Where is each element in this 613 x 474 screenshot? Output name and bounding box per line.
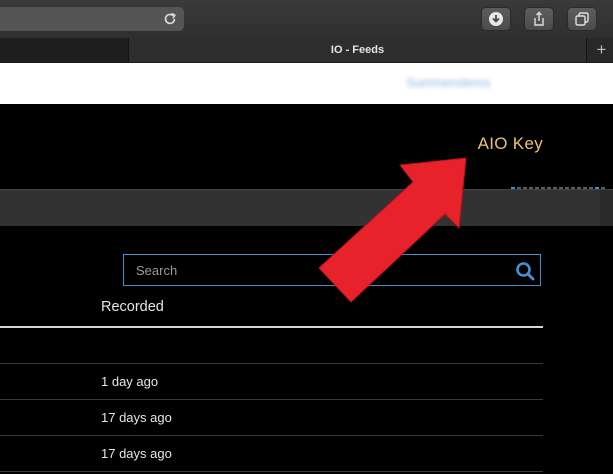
tabs-overview-button[interactable] <box>567 7 597 31</box>
address-bar[interactable] <box>0 7 184 31</box>
column-header-recorded[interactable]: Recorded <box>101 299 164 315</box>
tab-bar: IO - Feeds + <box>0 38 613 63</box>
top-white-bar: Summenderos <box>0 63 613 104</box>
table-header-divider <box>0 326 543 328</box>
row-divider <box>0 363 543 364</box>
reload-icon[interactable] <box>162 11 178 27</box>
screenshot-frame: IO - Feeds + Summenderos AIO Key Search … <box>0 0 613 474</box>
share-button[interactable] <box>524 7 554 31</box>
red-annotation-arrow <box>318 157 467 303</box>
tab-inactive[interactable] <box>0 38 129 62</box>
browser-toolbar <box>0 0 613 39</box>
share-icon <box>534 11 544 26</box>
download-icon <box>489 12 503 26</box>
table-cell-recorded: 17 days ago <box>101 446 172 461</box>
table-cell-recorded: 17 days ago <box>101 410 172 425</box>
row-divider <box>0 399 543 400</box>
new-tab-button[interactable]: + <box>590 38 613 62</box>
tabs-overview-icon <box>575 12 589 26</box>
download-button[interactable] <box>481 7 511 31</box>
blurred-nav-link[interactable]: Summenderos <box>406 75 491 90</box>
row-divider <box>0 435 543 436</box>
table-cell-recorded: 1 day ago <box>101 374 159 389</box>
tab-active[interactable]: IO - Feeds <box>129 38 587 62</box>
search-icon[interactable] <box>515 261 535 281</box>
row-divider <box>0 471 543 472</box>
